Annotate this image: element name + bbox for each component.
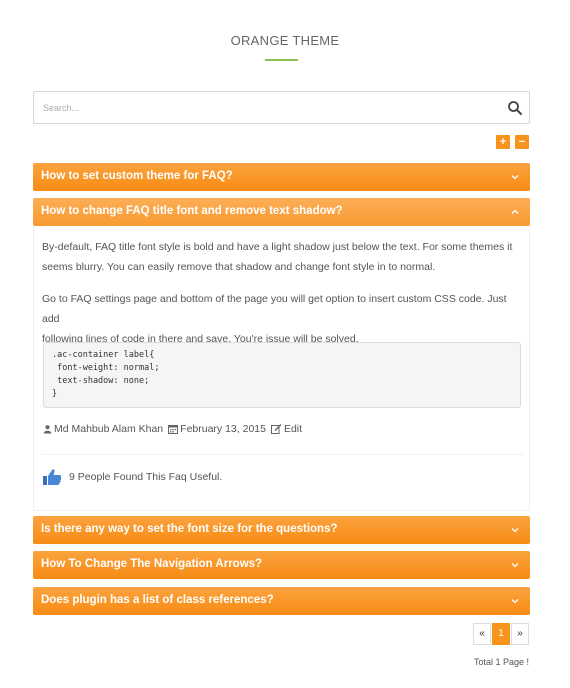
- total-pages-text: Total 1 Page !: [473, 657, 529, 667]
- faq-item-2-header[interactable]: How to change FAQ title font and remove …: [33, 198, 530, 226]
- chevron-down-icon: [511, 528, 519, 533]
- publish-date: February 13, 2015: [180, 423, 266, 435]
- next-page-button[interactable]: »: [511, 623, 529, 645]
- prev-page-button[interactable]: «: [473, 623, 491, 645]
- code-line: .ac-container label{: [52, 350, 155, 360]
- faq-item-1-title: How to set custom theme for FAQ?: [41, 170, 233, 182]
- faq-item-4-title: How To Change The Navigation Arrows?: [41, 558, 263, 570]
- useful-count-text: 9 People Found This Faq Useful.: [69, 471, 223, 483]
- faq-item-2-title: How to change FAQ title font and remove …: [41, 205, 343, 217]
- code-line: }: [52, 389, 58, 399]
- code-line: font-weight: normal;: [52, 363, 160, 373]
- search-input[interactable]: [43, 92, 483, 123]
- answer-line: Go to FAQ settings page and bottom of th…: [42, 293, 507, 325]
- search-box: [33, 91, 530, 124]
- author-meta: Md Mahbub Alam Khan: [43, 423, 163, 435]
- faq-item-3-title: Is there any way to set the font size fo…: [41, 523, 338, 535]
- chevron-down-icon: [511, 599, 519, 604]
- title-underline: [265, 59, 298, 61]
- edit-icon: [270, 424, 282, 434]
- answer-paragraph-1: By-default, FAQ title font style is bold…: [42, 237, 522, 277]
- code-line: text-shadow: none;: [52, 376, 150, 386]
- chevron-down-icon: [511, 175, 519, 180]
- search-icon[interactable]: [507, 100, 523, 116]
- author-name: Md Mahbub Alam Khan: [54, 423, 164, 435]
- thumbs-up-icon[interactable]: [42, 468, 62, 486]
- page-1-button[interactable]: 1: [492, 623, 510, 645]
- faq-item-1-header[interactable]: How to set custom theme for FAQ?: [33, 163, 530, 191]
- faq-item-5-header[interactable]: Does plugin has a list of class referenc…: [33, 587, 530, 615]
- faq-item-2-body: By-default, FAQ title font style is bold…: [33, 226, 530, 511]
- faq-item-3-header[interactable]: Is there any way to set the font size fo…: [33, 516, 530, 544]
- edit-link[interactable]: Edit: [270, 423, 303, 435]
- faq-item-5-title: Does plugin has a list of class referenc…: [41, 594, 274, 606]
- useful-section: 9 People Found This Faq Useful.: [42, 468, 222, 486]
- faq-item-4-header[interactable]: How To Change The Navigation Arrows?: [33, 551, 530, 579]
- user-icon: [43, 425, 52, 434]
- answer-paragraph-2: Go to FAQ settings page and bottom of th…: [42, 289, 522, 349]
- calendar-icon: [168, 425, 179, 434]
- answer-line: By-default, FAQ title font style is bold…: [42, 241, 513, 253]
- faq-meta: Md Mahbub Alam Khan February 13, 2015 Ed…: [43, 422, 307, 436]
- answer-line: seems blurry. You can easily remove that…: [42, 261, 436, 273]
- code-block: .ac-container label{ font-weight: normal…: [43, 342, 521, 408]
- date-meta: February 13, 2015: [168, 423, 266, 435]
- expand-all-button[interactable]: +: [496, 135, 510, 149]
- chevron-up-icon: [511, 209, 519, 214]
- divider: [42, 454, 524, 455]
- chevron-down-icon: [511, 563, 519, 568]
- page-title: ORANGE THEME: [230, 33, 340, 48]
- collapse-all-button[interactable]: −: [515, 135, 529, 149]
- edit-label: Edit: [283, 423, 303, 435]
